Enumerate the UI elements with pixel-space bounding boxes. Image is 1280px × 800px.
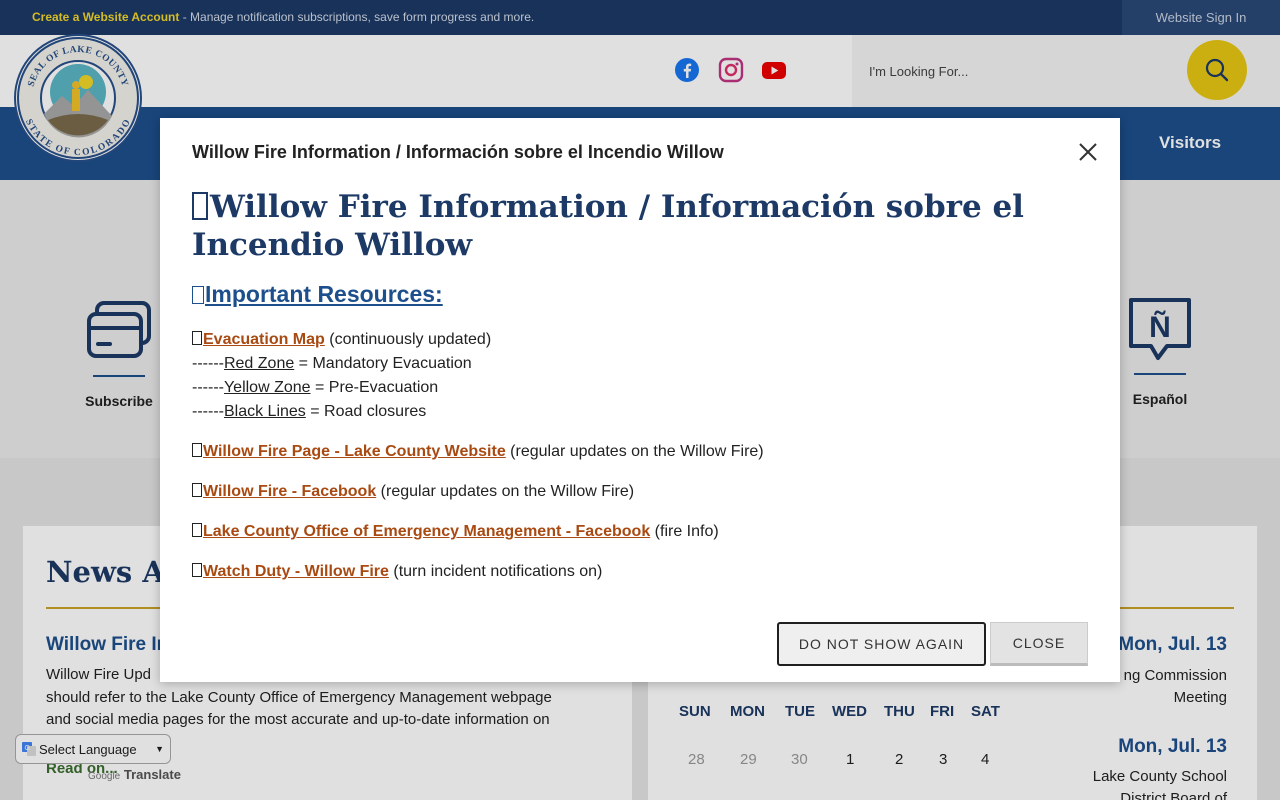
- resource-note: (fire Info): [650, 523, 719, 540]
- missing-glyph-icon: [192, 483, 202, 497]
- zone-desc: = Mandatory Evacuation: [294, 355, 472, 372]
- close-icon[interactable]: [1076, 140, 1100, 164]
- missing-glyph-icon: [192, 443, 202, 457]
- zone-desc: = Pre-Evacuation: [310, 379, 439, 396]
- zone-name: Red Zone: [223, 355, 295, 372]
- zone-line: ------Yellow Zone = Pre-Evacuation: [192, 379, 438, 397]
- resource-line: Willow Fire - Facebook (regular updates …: [192, 483, 634, 501]
- zone-prefix: ------: [192, 355, 224, 372]
- modal-heading: Willow Fire Information / Información so…: [192, 188, 1082, 264]
- close-button[interactable]: CLOSE: [990, 622, 1088, 666]
- resource-note: (regular updates on the Willow Fire): [505, 443, 764, 460]
- oem-facebook-link[interactable]: Lake County Office of Emergency Manageme…: [203, 523, 650, 540]
- watch-duty-link[interactable]: Watch Duty - Willow Fire: [203, 563, 389, 580]
- modal-title: Willow Fire Information / Información so…: [192, 142, 724, 162]
- zone-line: ------Red Zone = Mandatory Evacuation: [192, 355, 472, 373]
- resource-line: Watch Duty - Willow Fire (turn incident …: [192, 563, 602, 581]
- zone-desc: = Road closures: [305, 403, 427, 420]
- evacuation-note: (continuously updated): [324, 331, 492, 348]
- alert-modal: Willow Fire Information / Información so…: [160, 118, 1120, 682]
- resource-note: (regular updates on the Willow Fire): [376, 483, 635, 500]
- missing-glyph-icon: [192, 523, 202, 537]
- zone-name: Yellow Zone: [223, 379, 311, 396]
- resources-heading: Important Resources:: [192, 281, 443, 308]
- zone-prefix: ------: [192, 403, 224, 420]
- zone-name: Black Lines: [223, 403, 306, 420]
- willow-fire-page-link[interactable]: Willow Fire Page - Lake County Website: [203, 443, 506, 460]
- do-not-show-again-button[interactable]: DO NOT SHOW AGAIN: [777, 622, 986, 666]
- modal-heading-text: Willow Fire Information / Información so…: [192, 189, 1024, 263]
- resources-heading-text: Important Resources:: [205, 281, 443, 307]
- resource-line: Willow Fire Page - Lake County Website (…: [192, 443, 764, 461]
- evacuation-line: Evacuation Map (continuously updated): [192, 331, 491, 349]
- resource-note: (turn incident notifications on): [388, 563, 603, 580]
- evacuation-map-link[interactable]: Evacuation Map: [203, 331, 325, 348]
- willow-fire-facebook-link[interactable]: Willow Fire - Facebook: [203, 483, 376, 500]
- missing-glyph-icon: [192, 331, 202, 345]
- missing-glyph-icon: [192, 192, 208, 220]
- missing-glyph-icon: [192, 563, 202, 577]
- resource-line: Lake County Office of Emergency Manageme…: [192, 523, 719, 541]
- zone-prefix: ------: [192, 379, 224, 396]
- zone-line: ------Black Lines = Road closures: [192, 403, 426, 421]
- missing-glyph-icon: [192, 286, 204, 304]
